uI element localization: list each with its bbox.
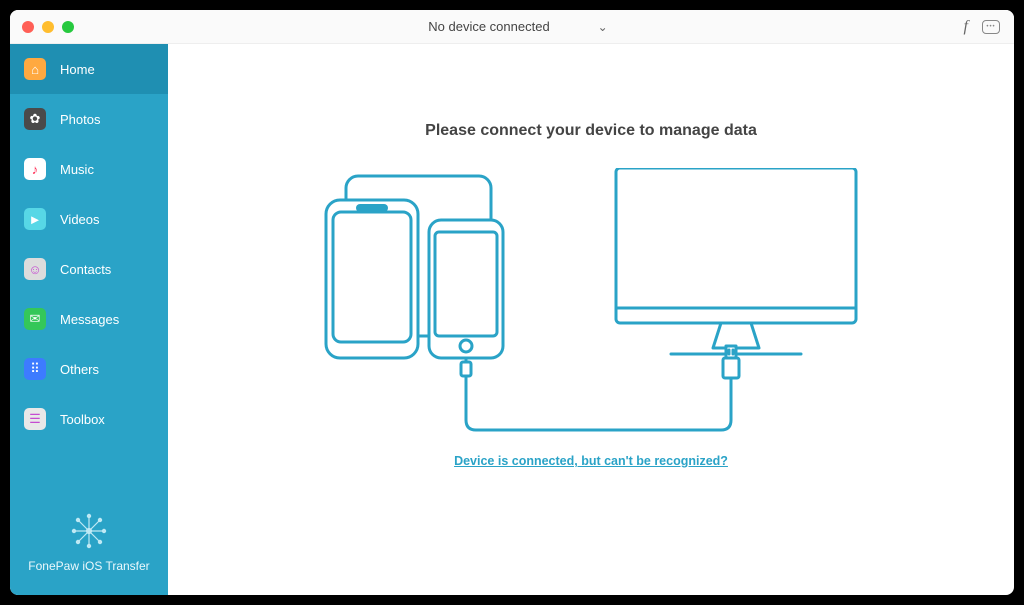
- sidebar-item-label: Videos: [60, 212, 100, 227]
- minimize-window-button[interactable]: [42, 21, 54, 33]
- app-window: No device connected ⌄ f ••• ⌂ Home ✿ Photos…: [10, 10, 1014, 595]
- photos-icon: ✿: [24, 108, 46, 130]
- others-icon: ⠿: [24, 358, 46, 380]
- sidebar-footer: FonePaw iOS Transfer: [10, 495, 168, 595]
- sidebar: ⌂ Home ✿ Photos ♪ Music ► Videos ☺ Contacts ✉ Messa…: [10, 44, 168, 595]
- traffic-lights: [22, 21, 74, 33]
- chevron-down-icon: ⌄: [598, 20, 608, 34]
- sidebar-item-label: Toolbox: [60, 412, 105, 427]
- main-panel: Please connect your device to manage dat…: [168, 44, 1014, 595]
- sidebar-item-label: Messages: [60, 312, 119, 327]
- sidebar-item-music[interactable]: ♪ Music: [10, 144, 168, 194]
- sidebar-item-others[interactable]: ⠿ Others: [10, 344, 168, 394]
- zoom-window-button[interactable]: [62, 21, 74, 33]
- messages-icon: ✉: [24, 308, 46, 330]
- device-status-label: No device connected: [428, 19, 549, 34]
- close-window-button[interactable]: [22, 21, 34, 33]
- sidebar-item-home[interactable]: ⌂ Home: [10, 44, 168, 94]
- contacts-icon: ☺: [24, 258, 46, 280]
- sidebar-item-messages[interactable]: ✉ Messages: [10, 294, 168, 344]
- videos-icon: ►: [24, 208, 46, 230]
- sidebar-item-label: Others: [60, 362, 99, 377]
- titlebar-actions: f •••: [964, 18, 1000, 36]
- brand-logo-icon: [71, 513, 107, 549]
- sidebar-item-videos[interactable]: ► Videos: [10, 194, 168, 244]
- app-body: ⌂ Home ✿ Photos ♪ Music ► Videos ☺ Contacts ✉ Messa…: [10, 44, 1014, 595]
- facebook-icon[interactable]: f: [964, 18, 968, 36]
- sidebar-item-toolbox[interactable]: ☰ Toolbox: [10, 394, 168, 444]
- sidebar-nav: ⌂ Home ✿ Photos ♪ Music ► Videos ☺ Contacts ✉ Messa…: [10, 44, 168, 444]
- brand-label: FonePaw iOS Transfer: [18, 559, 160, 573]
- sidebar-item-contacts[interactable]: ☺ Contacts: [10, 244, 168, 294]
- main-headline: Please connect your device to manage dat…: [425, 122, 757, 140]
- sidebar-item-label: Music: [60, 162, 94, 177]
- sidebar-item-photos[interactable]: ✿ Photos: [10, 94, 168, 144]
- music-icon: ♪: [24, 158, 46, 180]
- device-selector[interactable]: No device connected ⌄: [416, 19, 607, 34]
- sidebar-item-label: Contacts: [60, 262, 111, 277]
- home-icon: ⌂: [24, 58, 46, 80]
- device-not-recognized-link[interactable]: Device is connected, but can't be recogn…: [454, 454, 728, 468]
- connect-illustration: [321, 168, 861, 438]
- sidebar-item-label: Photos: [60, 112, 100, 127]
- feedback-icon[interactable]: •••: [982, 20, 1000, 34]
- sidebar-item-label: Home: [60, 62, 95, 77]
- toolbox-icon: ☰: [24, 408, 46, 430]
- titlebar: No device connected ⌄ f •••: [10, 10, 1014, 44]
